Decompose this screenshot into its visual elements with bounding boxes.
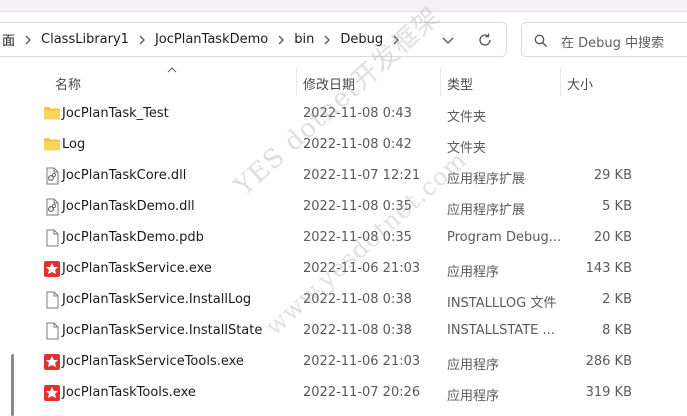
- breadcrumb: 面 ClassLibrary1 JocPlanTaskDemo bin Debu…: [0, 23, 407, 56]
- column-divider[interactable]: [296, 68, 297, 96]
- file-row[interactable]: JocPlanTaskServiceTools.exe 2022-11-06 21…: [25, 346, 687, 377]
- column-divider[interactable]: [440, 68, 441, 96]
- file-size: 286 KB: [585, 354, 632, 369]
- breadcrumb-item-jocplantaskdemo[interactable]: JocPlanTaskDemo: [153, 32, 270, 47]
- file-name: JocPlanTask_Test: [62, 106, 169, 121]
- file-name: JocPlanTaskDemo.pdb: [62, 230, 204, 245]
- file-row[interactable]: JocPlanTaskService.InstallState 2022-11-0…: [25, 315, 687, 346]
- file-type: 应用程序: [447, 389, 500, 404]
- breadcrumb-item-desktop[interactable]: 面: [0, 30, 17, 49]
- exe-app-icon: [43, 384, 61, 401]
- file-row[interactable]: JocPlanTaskTools.exe 2022-11-07 20:26 应用程序…: [25, 377, 687, 408]
- file-date: 2022-11-07 20:26: [303, 385, 421, 400]
- file-row[interactable]: JocPlanTaskDemo.pdb 2022-11-08 0:35 Progra…: [25, 222, 687, 253]
- blank-file-icon: [43, 322, 61, 340]
- chevron-right-icon[interactable]: [385, 33, 407, 46]
- sort-ascending-icon: [166, 63, 178, 73]
- column-header-row: 名称 修改日期 类型 大小: [25, 67, 687, 96]
- file-size: 5 KB: [602, 199, 632, 214]
- blank-file-icon: [43, 229, 61, 247]
- file-name: JocPlanTaskService.InstallLog: [62, 292, 252, 307]
- file-type: 应用程序扩展: [447, 172, 526, 187]
- file-type: 文件夹: [447, 110, 487, 125]
- file-type: Program Debug...: [447, 230, 562, 245]
- file-size: 319 KB: [585, 385, 632, 400]
- column-header-size[interactable]: 大小: [567, 74, 593, 93]
- file-name: JocPlanTaskService.exe: [62, 261, 212, 276]
- file-date: 2022-11-07 12:21: [303, 168, 421, 183]
- file-name: JocPlanTaskService.InstallState: [62, 323, 263, 338]
- refresh-icon[interactable]: [476, 31, 494, 49]
- dll-file-icon: [43, 198, 61, 216]
- file-date: 2022-11-08 0:38: [303, 323, 412, 338]
- search-placeholder: 在 Debug 中搜索: [561, 36, 665, 51]
- file-row[interactable]: Log 2022-11-08 0:42 文件夹: [25, 129, 687, 160]
- file-size: 29 KB: [593, 168, 632, 183]
- search-input[interactable]: 在 Debug 中搜索: [521, 22, 687, 57]
- file-name: JocPlanTaskTools.exe: [62, 385, 196, 400]
- breadcrumb-item-debug[interactable]: Debug: [338, 32, 385, 47]
- file-type: 应用程序: [447, 265, 500, 280]
- file-row[interactable]: JocPlanTaskService.InstallLog 2022-11-08 …: [25, 284, 687, 315]
- file-row[interactable]: JocPlanTaskCore.dll 2022-11-07 12:21 应用程序扩…: [25, 160, 687, 191]
- file-type: 文件夹: [447, 141, 487, 156]
- file-row[interactable]: JocPlanTask_Test 2022-11-08 0:43 文件夹: [25, 98, 687, 129]
- file-row[interactable]: JocPlanTaskDemo.dll 2022-11-08 0:35 应用程序扩展…: [25, 191, 687, 222]
- folder-icon: [43, 105, 61, 121]
- column-header-type[interactable]: 类型: [447, 74, 473, 93]
- chevron-right-icon[interactable]: [131, 33, 153, 46]
- file-name: Log: [62, 137, 86, 152]
- file-size: 20 KB: [593, 230, 632, 245]
- scrollbar[interactable]: [11, 354, 14, 416]
- file-size: 8 KB: [602, 323, 632, 338]
- file-name: JocPlanTaskDemo.dll: [62, 199, 195, 214]
- breadcrumb-item-classlibrary1[interactable]: ClassLibrary1: [39, 32, 131, 47]
- folder-icon: [43, 136, 61, 152]
- file-date: 2022-11-08 0:38: [303, 292, 412, 307]
- file-type: 应用程序: [447, 358, 500, 373]
- chevron-right-icon[interactable]: [316, 33, 338, 46]
- search-icon: [534, 33, 548, 47]
- file-type: INSTALLSTATE ...: [447, 323, 555, 338]
- dll-file-icon: [43, 167, 61, 185]
- blank-file-icon: [43, 291, 61, 309]
- file-size: 143 KB: [585, 261, 632, 276]
- file-date: 2022-11-08 0:35: [303, 230, 412, 245]
- file-date: 2022-11-08 0:35: [303, 199, 412, 214]
- file-name: JocPlanTaskCore.dll: [62, 168, 187, 183]
- column-divider[interactable]: [560, 68, 561, 96]
- address-bar[interactable]: 面 ClassLibrary1 JocPlanTaskDemo bin Debu…: [0, 22, 507, 57]
- file-type: INSTALLLOG 文件: [447, 296, 557, 311]
- window-top-strip: [0, 0, 687, 12]
- exe-app-icon: [43, 260, 61, 277]
- exe-app-icon: [43, 353, 61, 370]
- file-date: 2022-11-06 21:03: [303, 261, 421, 276]
- column-header-name[interactable]: 名称: [55, 74, 81, 93]
- column-header-date[interactable]: 修改日期: [303, 74, 355, 93]
- file-date: 2022-11-08 0:42: [303, 137, 412, 152]
- file-type: 应用程序扩展: [447, 203, 526, 218]
- file-date: 2022-11-08 0:43: [303, 106, 412, 121]
- file-size: 2 KB: [602, 292, 632, 307]
- chevron-right-icon[interactable]: [17, 33, 39, 46]
- file-date: 2022-11-06 21:03: [303, 354, 421, 369]
- breadcrumb-item-bin[interactable]: bin: [292, 32, 316, 47]
- file-name: JocPlanTaskServiceTools.exe: [62, 354, 244, 369]
- chevron-down-icon[interactable]: [440, 33, 456, 47]
- chevron-right-icon[interactable]: [270, 33, 292, 46]
- file-row[interactable]: JocPlanTaskService.exe 2022-11-06 21:03 应用…: [25, 253, 687, 284]
